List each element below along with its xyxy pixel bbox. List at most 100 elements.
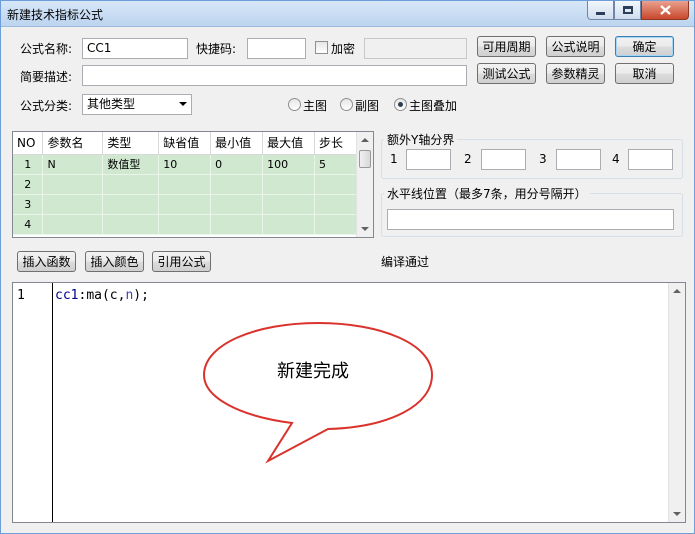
encrypt-label: 加密 xyxy=(331,42,356,56)
table-row[interactable]: 4 xyxy=(13,214,357,235)
maximize-button[interactable] xyxy=(614,1,641,20)
table-cell[interactable]: 5 xyxy=(314,154,357,175)
formula-name-label: 公式名称: xyxy=(20,42,73,56)
close-button[interactable] xyxy=(641,1,689,20)
param-grid: NO 参数名 类型 缺省值 最小值 最大值 步长 1 N 数值型 10 0 10… xyxy=(13,132,357,235)
table-cell[interactable] xyxy=(262,194,316,215)
table-row[interactable]: 2 xyxy=(13,174,357,195)
col-header-name: 参数名 xyxy=(42,132,104,155)
table-cell[interactable] xyxy=(42,194,104,215)
description-input[interactable] xyxy=(82,65,467,86)
radio-main-overlay[interactable] xyxy=(394,98,407,111)
table-cell[interactable] xyxy=(210,194,264,215)
table-cell[interactable] xyxy=(158,214,212,235)
table-cell[interactable] xyxy=(314,214,357,235)
table-cell[interactable] xyxy=(158,194,212,215)
table-row[interactable]: 1 N 数值型 10 0 100 5 xyxy=(13,154,357,175)
maximize-icon xyxy=(622,6,633,14)
speech-bubble-icon xyxy=(202,321,434,464)
line-number-gutter: 1 xyxy=(13,283,53,522)
insert-color-button[interactable]: 插入颜色 xyxy=(85,251,144,272)
cancel-button[interactable]: 取消 xyxy=(615,63,674,84)
y-axis-1-input[interactable] xyxy=(406,149,451,170)
table-cell[interactable]: 100 xyxy=(262,154,316,175)
table-cell[interactable] xyxy=(102,194,160,215)
title-bar[interactable]: 新建技术指标公式 xyxy=(1,1,694,27)
reference-formula-button[interactable]: 引用公式 xyxy=(152,251,211,272)
close-icon xyxy=(659,5,671,15)
col-header-max: 最大值 xyxy=(262,132,316,155)
minimize-button[interactable] xyxy=(587,1,614,20)
table-cell[interactable] xyxy=(42,174,104,195)
table-cell[interactable] xyxy=(158,174,212,195)
code-arg-1: c xyxy=(109,288,118,303)
hline-title: 水平线位置（最多7条，用分号隔开） xyxy=(384,185,590,202)
code-paren-open: ( xyxy=(101,288,110,303)
code-paren-close: ); xyxy=(133,288,149,303)
encrypt-checkbox[interactable] xyxy=(315,41,328,54)
radio-main-overlay-label: 主图叠加 xyxy=(409,99,458,113)
compile-status: 编译通过 xyxy=(381,255,430,269)
radio-sub-chart-label: 副图 xyxy=(355,99,380,113)
param-wizard-button[interactable]: 参数精灵 xyxy=(546,63,605,84)
table-cell[interactable] xyxy=(102,174,160,195)
table-cell[interactable] xyxy=(262,214,316,235)
chevron-down-icon xyxy=(179,102,187,106)
col-header-no: NO xyxy=(13,132,44,155)
table-cell[interactable] xyxy=(262,174,316,195)
available-periods-button[interactable]: 可用周期 xyxy=(477,36,536,57)
radio-main-chart-label: 主图 xyxy=(303,99,328,113)
test-formula-button[interactable]: 测试公式 xyxy=(477,63,536,84)
col-header-min: 最小值 xyxy=(210,132,264,155)
table-cell[interactable]: 0 xyxy=(210,154,264,175)
table-cell[interactable] xyxy=(210,214,264,235)
y-axis-4-label: 4 xyxy=(612,152,620,166)
table-cell[interactable] xyxy=(102,214,160,235)
radio-sub-chart[interactable] xyxy=(340,98,353,111)
category-select[interactable]: 其他类型 xyxy=(82,94,192,115)
radio-main-chart[interactable] xyxy=(288,98,301,111)
y-axis-3-input[interactable] xyxy=(556,149,601,170)
table-cell: 4 xyxy=(13,214,44,235)
line-number: 1 xyxy=(17,288,25,303)
scroll-down-icon[interactable] xyxy=(361,227,369,231)
editor-scrollbar[interactable] xyxy=(668,283,685,522)
code-identifier: cc1 xyxy=(55,288,79,303)
scroll-up-icon[interactable] xyxy=(361,138,369,142)
col-header-type: 类型 xyxy=(102,132,160,155)
table-cell[interactable]: 数值型 xyxy=(102,154,160,175)
formula-name-input[interactable]: CC1 xyxy=(82,38,188,59)
scroll-up-icon[interactable] xyxy=(673,289,681,293)
param-table-scrollbar[interactable] xyxy=(356,132,373,237)
y-axis-2-input[interactable] xyxy=(481,149,526,170)
table-cell[interactable] xyxy=(314,174,357,195)
description-label: 简要描述: xyxy=(20,70,73,84)
table-row[interactable]: 3 xyxy=(13,194,357,215)
table-cell[interactable] xyxy=(210,174,264,195)
param-table: NO 参数名 类型 缺省值 最小值 最大值 步长 1 N 数值型 10 0 10… xyxy=(12,131,374,238)
ok-button[interactable]: 确定 xyxy=(615,36,674,57)
table-cell[interactable] xyxy=(314,194,357,215)
scroll-down-icon[interactable] xyxy=(673,512,681,516)
code-line[interactable]: cc1:ma(c,n); xyxy=(55,288,149,303)
table-cell[interactable]: N xyxy=(42,154,104,175)
scroll-thumb[interactable] xyxy=(359,150,371,168)
y-axis-1-label: 1 xyxy=(390,152,398,166)
table-cell[interactable] xyxy=(42,214,104,235)
param-table-header: NO 参数名 类型 缺省值 最小值 最大值 步长 xyxy=(13,132,357,155)
callout-text: 新建完成 xyxy=(277,361,349,382)
code-function: ma xyxy=(86,288,102,303)
category-value: 其他类型 xyxy=(87,97,136,111)
extra-y-axis-title: 额外Y轴分界 xyxy=(384,131,458,148)
hline-input[interactable] xyxy=(387,209,674,230)
shortcut-input[interactable] xyxy=(247,38,306,59)
y-axis-4-input[interactable] xyxy=(628,149,673,170)
table-cell: 1 xyxy=(13,154,44,175)
window-title: 新建技术指标公式 xyxy=(7,8,104,22)
table-cell: 2 xyxy=(13,174,44,195)
table-cell[interactable]: 10 xyxy=(158,154,212,175)
insert-function-button[interactable]: 插入函数 xyxy=(17,251,76,272)
formula-help-button[interactable]: 公式说明 xyxy=(546,36,605,57)
y-axis-3-label: 3 xyxy=(539,152,547,166)
encrypt-password-input xyxy=(364,38,467,59)
